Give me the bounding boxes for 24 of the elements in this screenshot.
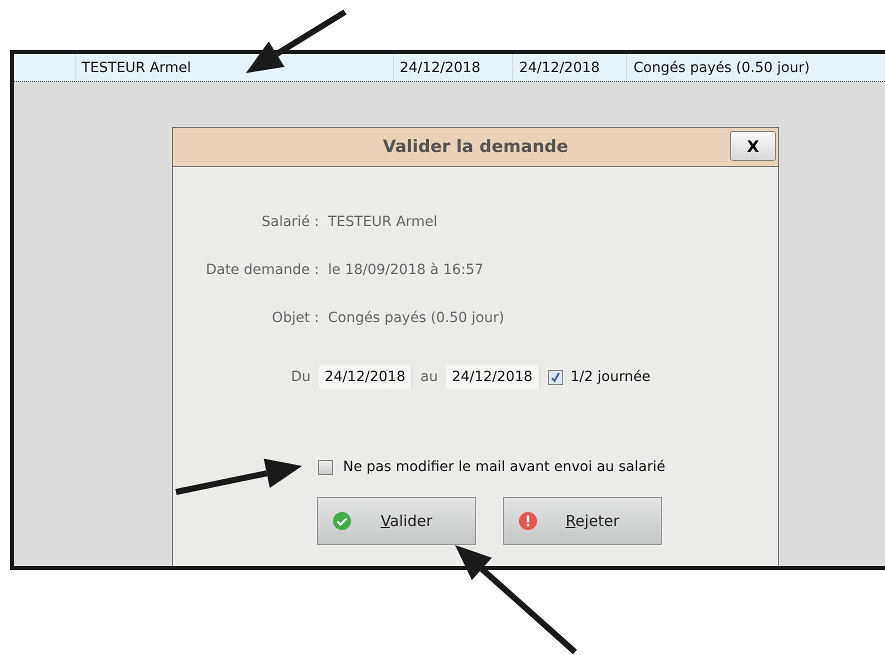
- check-icon: [332, 511, 352, 531]
- checkbox-label: Ne pas modifier le mail avant envoi au salarié: [343, 459, 666, 475]
- validate-button[interactable]: Valider: [317, 497, 476, 545]
- mail-checkbox[interactable]: [318, 460, 333, 474]
- checkbox-label: 1/2 journée: [570, 369, 650, 385]
- field-value: le 18/09/2018 à 16:57: [328, 261, 484, 279]
- from-label: Du: [291, 369, 311, 385]
- reject-button[interactable]: Rejeter: [503, 497, 662, 545]
- field-label: Salarié :: [260, 213, 319, 231]
- table-cell: 24/12/2018: [512, 54, 626, 81]
- table-row[interactable]: TESTEUR Armel 24/12/2018 24/12/2018 Congés payés (0.50 jour): [14, 54, 885, 82]
- exclamation-icon: [518, 511, 538, 531]
- field-label: Date demande :: [204, 261, 319, 279]
- half-day-checkbox[interactable]: [548, 370, 563, 384]
- field-label: Objet :: [270, 309, 319, 327]
- table-cell: 24/12/2018: [392, 54, 512, 81]
- close-button[interactable]: X: [730, 131, 776, 161]
- date-field[interactable]: 24/12/2018: [318, 365, 412, 389]
- to-label: au: [420, 369, 438, 385]
- field-value: TESTEUR Armel: [328, 213, 438, 231]
- field-value: Congés payés (0.50 jour): [328, 309, 506, 327]
- date-field[interactable]: 24/12/2018: [446, 365, 540, 389]
- dialog-title: Valider la demande: [382, 137, 570, 157]
- table-cell: Congés payés (0.50 jour): [626, 54, 885, 81]
